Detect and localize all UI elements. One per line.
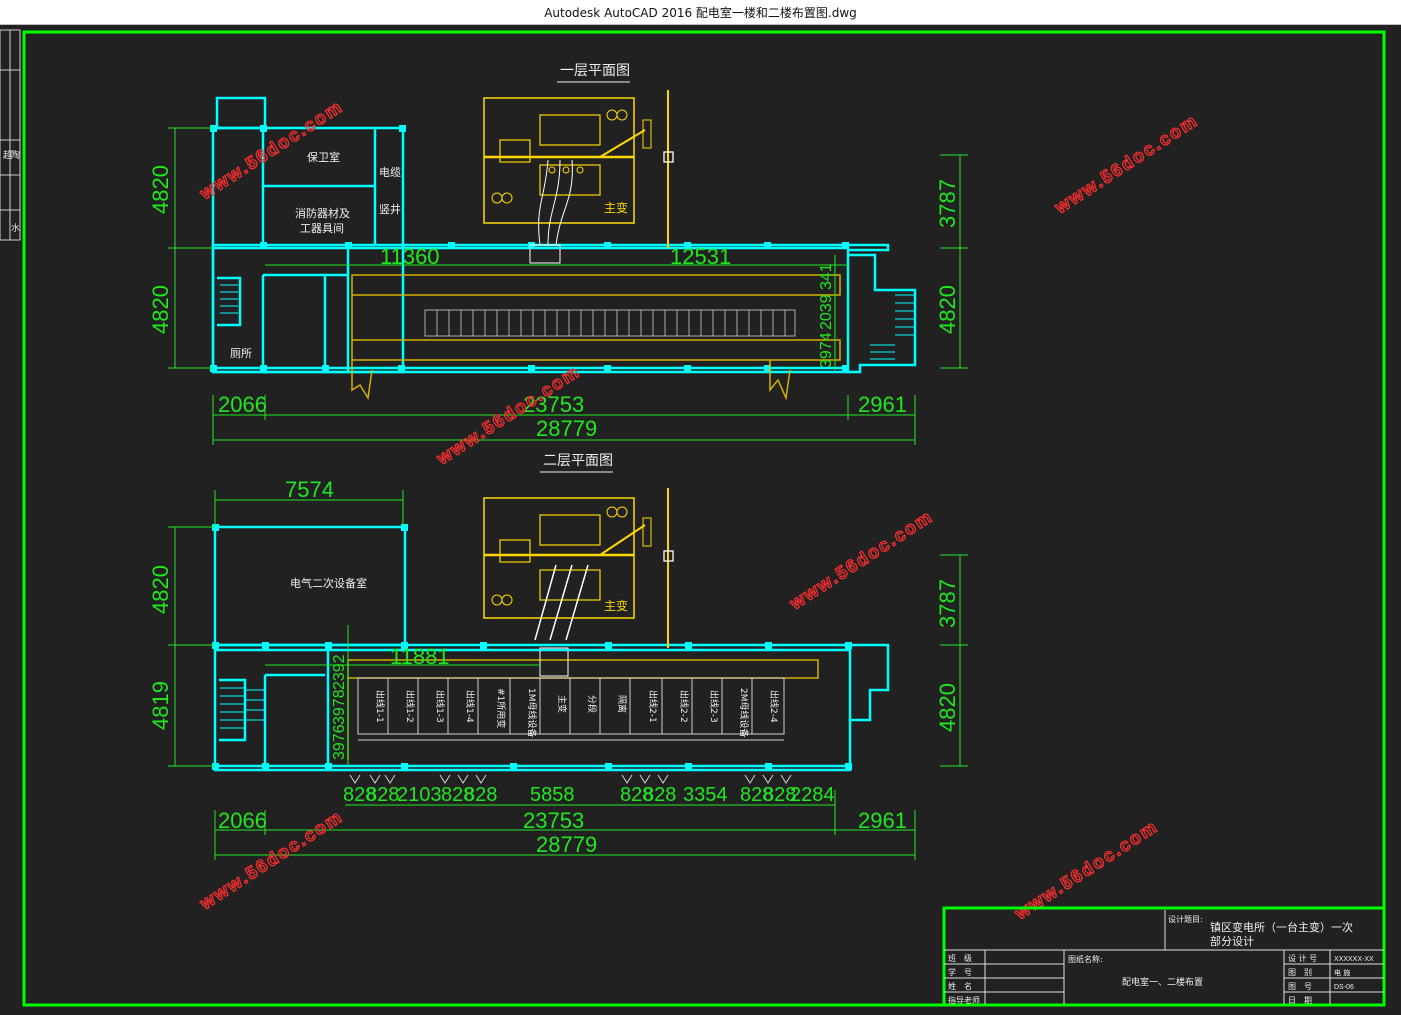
dim: 2066 bbox=[218, 392, 267, 417]
room-fire-line1: 消防器材及 bbox=[295, 206, 350, 220]
cabinet-label: 出线2-3 bbox=[708, 690, 720, 723]
row-value: DS-06 bbox=[1334, 984, 1354, 991]
cabinet-label: #1所用变 bbox=[495, 688, 507, 728]
layer-plan2-connectors bbox=[349, 774, 792, 784]
drawing-canvas[interactable]: 超 陶 水 主变 保卫室 电缆 竖井 消防器材及 工器具间 厕所 一层平面图 4… bbox=[0, 25, 1401, 1015]
dim: 4820 bbox=[148, 165, 173, 214]
dim: 3978 bbox=[331, 689, 348, 725]
row-label: 图 别 bbox=[1288, 968, 1312, 977]
room-cable: 电缆 bbox=[379, 166, 401, 179]
row-value: XXXXXX-XX bbox=[1334, 956, 1374, 963]
dim: 23753 bbox=[523, 808, 584, 833]
cabinet-label: 出线1-4 bbox=[464, 690, 476, 723]
layer-plan2-dim-text-small: 2392 3978 3976 bbox=[331, 654, 348, 760]
window-title: Autodesk AutoCAD 2016 配电室一楼和二楼布置图.dwg bbox=[544, 5, 857, 20]
dim: 2284 bbox=[790, 784, 835, 806]
layer-plan2-cab-dims: 828 828 2103 828 828 5858 828 828 3354 8… bbox=[343, 784, 835, 806]
row-label: 指导老师 bbox=[948, 995, 980, 1005]
layer-plan2-stairs bbox=[220, 687, 265, 729]
cabinet-label: 出线2-1 bbox=[647, 690, 659, 723]
plan1-title: 一层平面图 bbox=[560, 63, 630, 79]
room-guard: 保卫室 bbox=[307, 150, 340, 164]
dim: 12531 bbox=[670, 244, 731, 269]
window-title-bar: Autodesk AutoCAD 2016 配电室一楼和二楼布置图.dwg bbox=[0, 0, 1401, 25]
cabinet-label: 出线1-3 bbox=[434, 690, 446, 723]
cabinet-label: 2M母线设备 bbox=[738, 688, 750, 738]
dim: 3976 bbox=[331, 724, 348, 760]
dim: 11360 bbox=[380, 244, 440, 269]
plan1-transformer-label: 主变 bbox=[604, 200, 628, 215]
dim: 5858 bbox=[530, 784, 575, 806]
title-block: 设计题目: 镇区变电所（一台主变）一次 部分设计 图纸名称: 配电室一、二楼布置… bbox=[942, 906, 1386, 1007]
cabinet-label: 主变 bbox=[556, 695, 568, 713]
row-label: 图 号 bbox=[1288, 982, 1312, 991]
layer-plan2-transformer: 主变 bbox=[483, 488, 674, 677]
dim: 2103 bbox=[397, 784, 442, 806]
watermark-text: www.56doc.com bbox=[1050, 110, 1201, 218]
dim: 828 bbox=[366, 784, 399, 806]
cabinet-label: 出线1-1 bbox=[374, 690, 386, 723]
dim: 4820 bbox=[148, 565, 173, 614]
row-label: 日 期 bbox=[1288, 996, 1312, 1005]
row-label: 学 号 bbox=[948, 967, 972, 977]
plan2-title: 二层平面图 bbox=[543, 453, 613, 469]
dim: 2961 bbox=[858, 392, 907, 417]
watermark-text: www.56doc.com bbox=[785, 506, 936, 614]
dim: 4820 bbox=[935, 285, 960, 334]
cabinet-label: 出线2-4 bbox=[768, 690, 780, 723]
dim: 3787 bbox=[935, 579, 960, 628]
dim: 28779 bbox=[536, 832, 597, 857]
cabinet-label: 1M母线设备 bbox=[526, 688, 538, 738]
sidebar-char: 陶 bbox=[11, 149, 20, 161]
dim: 4820 bbox=[148, 285, 173, 334]
layer-plan1-trench bbox=[351, 274, 841, 401]
row-label: 班 级 bbox=[948, 953, 972, 963]
dim: 7574 bbox=[285, 477, 334, 502]
dim: 828 bbox=[643, 784, 676, 806]
layer-plan1-dim-text-small: 341 2039 3974 bbox=[818, 263, 835, 368]
cabinet-label: 隔离 bbox=[616, 695, 628, 713]
row-label: 设 计 号 bbox=[1288, 953, 1317, 963]
dim: 4819 bbox=[148, 681, 173, 730]
dim: 11881 bbox=[390, 644, 450, 669]
cabinet-label: 分段 bbox=[586, 695, 598, 713]
plan2-transformer-label: 主变 bbox=[604, 598, 628, 613]
dim: 3354 bbox=[683, 784, 728, 806]
dim: 28779 bbox=[536, 416, 597, 441]
dim: 828 bbox=[464, 784, 497, 806]
layer-plan2-switchgear bbox=[357, 677, 785, 741]
room-fire-line2: 工器具间 bbox=[300, 222, 344, 235]
dim: 3787 bbox=[935, 179, 960, 228]
dim: 3974 bbox=[818, 332, 835, 368]
project-label: 设计题目: bbox=[1168, 914, 1203, 924]
layer-plan2-cabinet-labels: 出线1-1 出线1-2 出线1-3 出线1-4 #1所用变 1M母线设备 主变 … bbox=[374, 688, 780, 738]
cabinet-label: 出线2-2 bbox=[678, 690, 690, 723]
drawing-name-label: 图纸名称: bbox=[1068, 954, 1103, 964]
sidebar-char: 水 bbox=[11, 222, 20, 234]
dim: 2961 bbox=[858, 808, 907, 833]
layer-plan1-switchgear bbox=[424, 309, 796, 337]
dim: 341 bbox=[818, 263, 835, 290]
row-value: 电 施 bbox=[1334, 968, 1350, 977]
dim: 2392 bbox=[331, 654, 348, 690]
cad-drawing[interactable]: 超 陶 水 主变 保卫室 电缆 竖井 消防器材及 工器具间 厕所 一层平面图 4… bbox=[0, 25, 1401, 1015]
project-title-line1: 镇区变电所（一台主变）一次 bbox=[1210, 920, 1353, 934]
dim: 2039 bbox=[818, 294, 835, 330]
row-label: 姓 名 bbox=[948, 981, 972, 991]
layer-plan1-transformer: 主变 bbox=[483, 90, 674, 264]
layer-plan1-dim-text: 4820 4820 3787 4820 11360 12531 2066 237… bbox=[148, 165, 960, 441]
plan2-room-label: 电气二次设备室 bbox=[290, 576, 367, 590]
dim: 4820 bbox=[935, 683, 960, 732]
layer-plan1-walls bbox=[211, 96, 917, 374]
room-shaft: 竖井 bbox=[379, 202, 401, 216]
drawing-name: 配电室一、二楼布置 bbox=[1122, 976, 1203, 988]
layer-sidebar: 超 陶 水 bbox=[0, 29, 21, 241]
room-toilet: 厕所 bbox=[230, 347, 252, 360]
cabinet-label: 出线1-2 bbox=[404, 690, 416, 723]
dim: 2066 bbox=[218, 808, 267, 833]
project-title-line2: 部分设计 bbox=[1210, 934, 1254, 948]
